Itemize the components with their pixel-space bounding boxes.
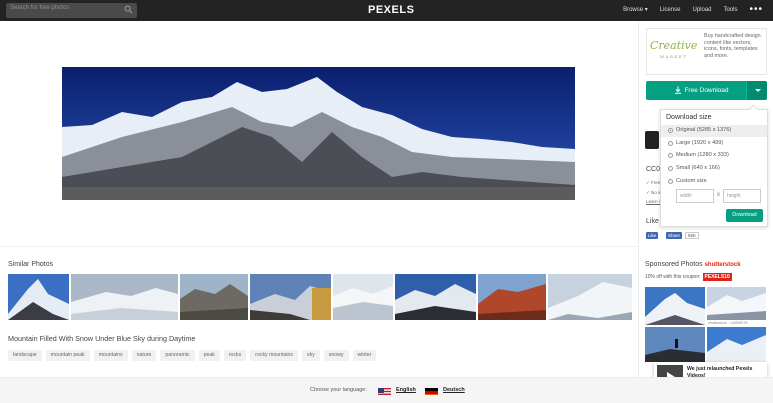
similar-photo-thumb[interactable]: [8, 274, 69, 320]
creative-market-ad[interactable]: Creative MARKET Buy handcrafted design c…: [646, 28, 767, 75]
top-navbar: Search for free photos PEXELS Browse ▾ L…: [0, 0, 773, 21]
sponsored-photo[interactable]: [707, 287, 766, 320]
tag[interactable]: nature: [131, 350, 157, 361]
similar-photo-thumb[interactable]: [250, 274, 331, 320]
size-option-custom[interactable]: Custom size: [661, 176, 767, 188]
license-line-attribution: ✓ No a: [646, 190, 661, 195]
size-option-small[interactable]: Small (640 x 166): [661, 163, 767, 175]
free-download-button[interactable]: Free Download: [646, 81, 767, 100]
language-footer: Choose your language: English Deutsch: [0, 377, 773, 403]
nav-license[interactable]: License: [660, 7, 681, 13]
similar-photos-title: Similar Photos: [8, 261, 54, 268]
dropdown-download-button[interactable]: Download: [726, 209, 763, 222]
tag[interactable]: winter: [352, 350, 377, 361]
custom-width-input[interactable]: width: [676, 189, 714, 203]
size-option-original[interactable]: Original (5285 x 1376): [661, 125, 767, 137]
tag[interactable]: sky: [302, 350, 320, 361]
photo-caption: Mountain Filled With Snow Under Blue Sky…: [8, 334, 196, 343]
similar-photo-thumb[interactable]: [395, 274, 476, 320]
sponsored-photo[interactable]: [645, 287, 705, 325]
nav-browse[interactable]: Browse ▾: [623, 6, 648, 13]
free-download-label: Free Download: [684, 87, 729, 94]
nav-menu: Browse ▾ License Upload Tools •••: [623, 4, 763, 14]
tag[interactable]: rocks: [223, 350, 247, 361]
similar-photo-thumb[interactable]: [333, 274, 393, 320]
tag[interactable]: peak: [198, 350, 220, 361]
download-size-toggle[interactable]: [746, 81, 767, 100]
size-option-medium[interactable]: Medium (1280 x 333): [661, 150, 767, 162]
main-photo[interactable]: [62, 67, 575, 200]
facebook-share-button[interactable]: Share: [666, 232, 683, 239]
facebook-like-button[interactable]: Like: [646, 232, 659, 239]
tag[interactable]: landscape: [8, 350, 42, 361]
coupon-code: PEXELS10: [702, 273, 732, 281]
facebook-like-count: 55K: [685, 232, 700, 239]
shutterstock-logo: shutterstock: [704, 262, 741, 268]
section-divider: [0, 246, 638, 247]
radio-icon: [668, 128, 673, 133]
radio-icon: [668, 179, 673, 184]
ad-text: Buy handcrafted design content like vect…: [704, 33, 761, 59]
similar-photo-thumb[interactable]: [478, 274, 546, 320]
tag[interactable]: panoramic: [160, 350, 195, 361]
sponsored-photo[interactable]: [645, 327, 705, 362]
chevron-down-icon: [755, 89, 761, 92]
like-title: Like: [646, 218, 659, 225]
license-title: CC0: [646, 166, 661, 173]
license-line-free: ✓ Free: [646, 180, 661, 185]
camera-icon: [645, 131, 659, 149]
tag[interactable]: snowy: [323, 350, 349, 361]
similar-photo-thumb[interactable]: [548, 274, 632, 320]
tag[interactable]: rocky mountains: [250, 350, 299, 361]
radio-icon: [668, 166, 673, 171]
language-deutsch-link[interactable]: Deutsch: [443, 387, 465, 393]
sponsored-photo-caption: shutterstock · 149598729: [708, 321, 748, 325]
coupon-text: 10% off with this coupon: PEXELS10: [645, 273, 732, 281]
sponsored-photos-title: Sponsored Photos shutterstock: [645, 261, 741, 268]
dropdown-title: Download size: [666, 114, 712, 121]
dimension-separator: x: [717, 192, 720, 198]
size-option-large[interactable]: Large (1920 x 499): [661, 138, 767, 150]
similar-photo-thumb[interactable]: [180, 274, 248, 320]
us-flag-icon[interactable]: [378, 385, 391, 395]
radio-icon: [668, 141, 673, 146]
nav-tools[interactable]: Tools: [723, 7, 737, 13]
language-label: Choose your language:: [310, 387, 367, 393]
radio-icon: [668, 153, 673, 158]
custom-height-input[interactable]: height: [723, 189, 761, 203]
tag[interactable]: mountain peak: [45, 350, 90, 361]
sponsored-photo[interactable]: [707, 327, 766, 362]
tag[interactable]: mountains: [93, 350, 128, 361]
search-placeholder: Search for free photos: [10, 5, 70, 11]
german-flag-icon[interactable]: [425, 385, 438, 395]
tag-list: landscape mountain peak mountains nature…: [8, 350, 377, 361]
creative-market-logo: Creative MARKET: [650, 39, 698, 59]
nav-upload[interactable]: Upload: [692, 7, 711, 13]
pexels-logo[interactable]: PEXELS: [368, 4, 414, 16]
similar-photo-thumb[interactable]: [71, 274, 178, 320]
search-input[interactable]: Search for free photos: [6, 3, 137, 18]
more-icon[interactable]: •••: [749, 4, 763, 14]
search-icon[interactable]: [124, 5, 133, 14]
download-size-dropdown: Download size Original (5285 x 1376) Lar…: [660, 109, 768, 227]
language-english-link[interactable]: English: [396, 387, 416, 393]
